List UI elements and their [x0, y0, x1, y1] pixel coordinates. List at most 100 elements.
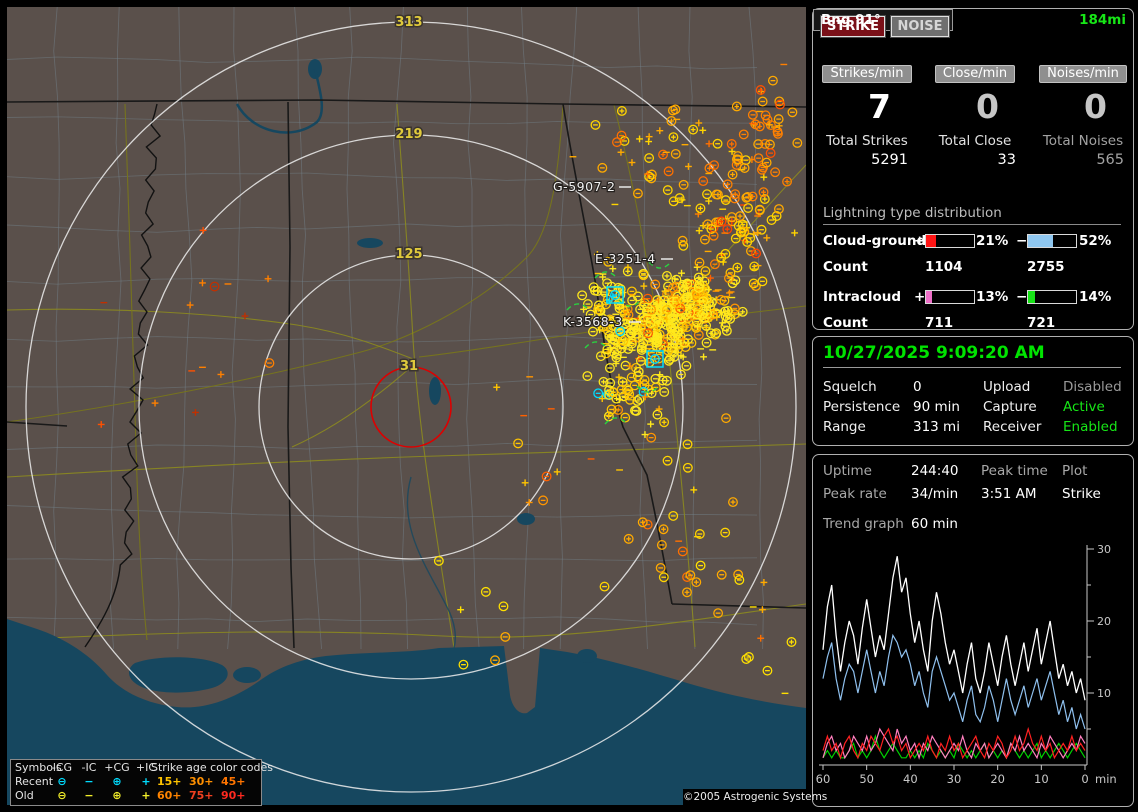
trend-y-tick: 20 — [1097, 615, 1111, 628]
squelch-value: 0 — [913, 379, 922, 395]
age-60: 60+ — [157, 789, 182, 802]
old-neg-ic-icon: − — [84, 789, 94, 802]
count-label: Count — [823, 315, 868, 331]
total-close-label: Total Close — [938, 133, 1012, 149]
total-close-value: 33 — [997, 152, 1016, 168]
receiver-label: Receiver — [983, 419, 1042, 435]
legend-col-neg-ic: -IC — [81, 761, 97, 774]
age-90: 90+ — [221, 789, 246, 802]
age-75: 75+ — [189, 789, 214, 802]
trend-x-tick: 50 — [859, 772, 874, 786]
total-strikes-label: Total Strikes — [826, 133, 908, 149]
noises-per-min-button[interactable]: Noises/min — [1039, 65, 1127, 83]
neg-ic-percent: 14% — [1079, 289, 1112, 305]
strikes-column: Strikes/min 7 Total Strikes 5291 — [819, 65, 915, 195]
neg-ic-bar — [1027, 290, 1077, 304]
old-pos-cg-icon: ⊕ — [112, 789, 122, 802]
range-value: 313 mi — [913, 419, 960, 435]
trend-x-tick: 0 — [1081, 772, 1088, 786]
neg-cg-bar — [1027, 234, 1077, 248]
copyright-label: ©2005 Astrogenic Systems — [683, 789, 828, 805]
squelch-label: Squelch — [823, 379, 877, 395]
age-15: 15+ — [157, 775, 182, 788]
neg-cg-percent: 52% — [1079, 233, 1112, 249]
trend-x-tick: 30 — [947, 772, 962, 786]
recent-pos-ic-icon: + — [141, 775, 151, 788]
storm-cell-label: E-3251-4 — [595, 251, 656, 266]
strikes-per-min-button[interactable]: Strikes/min — [822, 65, 912, 83]
range-ring-label: 313 — [395, 15, 422, 30]
upload-label: Upload — [983, 379, 1031, 395]
storm-cell-label: G-5907-2 — [553, 179, 615, 194]
range-label: Range — [823, 419, 866, 435]
peak-rate-label: Peak rate — [823, 486, 887, 502]
bearing-label: Bng 91° — [821, 12, 881, 28]
uptime-label: Uptime — [823, 463, 872, 479]
storm-cell-label: K-3568-3 — [563, 314, 623, 329]
total-strikes-value: 5291 — [871, 152, 908, 168]
pos-ic-percent: 13% — [976, 289, 1009, 305]
noises-per-min-value: 0 — [1084, 87, 1107, 126]
strikes-per-min-value: 7 — [868, 87, 891, 126]
status-panel: 10/27/2025 9:09:20 AM Squelch 0 Upload D… — [812, 336, 1134, 446]
plot-value: Strike — [1062, 486, 1101, 502]
lightning-map[interactable]: 313 219 125 31 G-5907-2 E-3251-4 K-3568-3 Symb… — [7, 7, 828, 806]
legend-age-header: Strike age color codes — [151, 761, 273, 774]
range-ring-label: 31 — [400, 359, 418, 374]
strike-stats-panel: STRIKE NOISE Bng 91° 184mi Strikes/min 7… — [812, 8, 1134, 331]
persistence-label: Persistence — [823, 399, 901, 415]
map-legend: Symbols -CG -IC +CG +IC Strike age color… — [10, 759, 273, 806]
old-neg-cg-icon: ⊖ — [57, 789, 67, 802]
map-canvas: 313 219 125 31 G-5907-2 E-3251-4 K-3568-3 — [7, 7, 806, 805]
status-sidebar: STRIKE NOISE Bng 91° 184mi Strikes/min 7… — [812, 0, 1138, 812]
trend-y-tick: 10 — [1097, 687, 1111, 700]
pos-ic-count: 711 — [925, 315, 954, 331]
trend-x-tick: 40 — [903, 772, 918, 786]
distribution-title: Lightning type distribution — [823, 205, 1121, 225]
trend-x-tick: 20 — [990, 772, 1005, 786]
trend-graph-label: Trend graph — [823, 516, 904, 532]
pos-ic-bar — [925, 290, 975, 304]
trend-x-unit: min — [1095, 772, 1117, 786]
peak-time-value: 3:51 AM — [981, 486, 1037, 502]
recent-pos-cg-icon: ⊕ — [112, 775, 122, 788]
trend-y-tick: 30 — [1097, 543, 1111, 556]
range-ring-label: 219 — [395, 127, 422, 142]
peak-rate-value: 34/min — [911, 486, 959, 502]
datetime-display: 10/27/2025 9:09:20 AM — [823, 343, 1121, 368]
minus-sign: − — [1016, 289, 1028, 305]
trend-graph-value: 60 min — [911, 516, 958, 532]
trend-panel: Uptime 244:40 Peak time Plot Peak rate 3… — [812, 454, 1134, 807]
recent-neg-ic-icon: − — [84, 775, 94, 788]
legend-header-row: Symbols -CG -IC +CG +IC Strike age color… — [11, 761, 273, 775]
persistence-value: 90 min — [913, 399, 960, 415]
legend-recent-row: Recent ⊖ − ⊕ + 15+ 30+ 45+ — [11, 775, 261, 789]
pos-cg-percent: 21% — [976, 233, 1009, 249]
noise-button[interactable]: NOISE — [890, 15, 950, 38]
total-noises-value: 565 — [1096, 152, 1124, 168]
age-45: 45+ — [221, 775, 246, 788]
pos-cg-bar — [925, 234, 975, 248]
uptime-value: 244:40 — [911, 463, 959, 479]
neg-cg-count: 2755 — [1027, 259, 1065, 275]
trend-x-tick: 60 — [816, 772, 831, 786]
pos-cg-count: 1104 — [925, 259, 963, 275]
noises-column: Noises/min 0 Total Noises 565 — [1035, 65, 1131, 195]
receiver-status: Enabled — [1063, 419, 1118, 435]
close-column: Close/min 0 Total Close 33 — [927, 65, 1023, 195]
capture-status: Active — [1063, 399, 1105, 415]
recent-neg-cg-icon: ⊖ — [57, 775, 67, 788]
close-per-min-button[interactable]: Close/min — [934, 65, 1016, 83]
neg-ic-count: 721 — [1027, 315, 1056, 331]
total-noises-label: Total Noises — [1042, 133, 1124, 149]
trend-x-tick: 10 — [1034, 772, 1049, 786]
plot-label: Plot — [1062, 463, 1088, 479]
legend-col-neg-cg: -CG — [51, 761, 73, 774]
trend-graph: 10 20 30 60 50 40 30 20 10 0 min — [815, 539, 1131, 801]
peak-time-label: Peak time — [981, 463, 1048, 479]
count-label: Count — [823, 259, 868, 275]
cloud-ground-label: Cloud-ground — [823, 233, 927, 249]
capture-label: Capture — [983, 399, 1037, 415]
old-pos-ic-icon: + — [141, 789, 151, 802]
minus-sign: − — [1016, 233, 1028, 249]
